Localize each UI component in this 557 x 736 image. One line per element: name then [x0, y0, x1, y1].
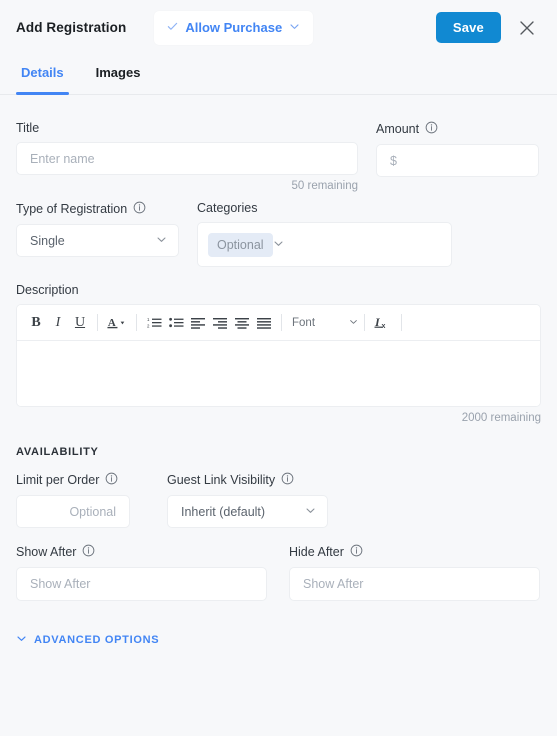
categories-label: Categories [197, 201, 452, 215]
guest-link-visibility-select[interactable]: Inherit (default) [167, 495, 328, 528]
align-center-icon[interactable] [231, 310, 253, 336]
type-of-registration-label: Type of Registration [16, 201, 179, 217]
guest-link-visibility-label-text: Guest Link Visibility [167, 473, 276, 487]
hide-after-label: Hide After [289, 544, 540, 560]
guest-link-visibility-value: Inherit (default) [181, 504, 266, 519]
svg-text:2: 2 [147, 324, 150, 329]
info-icon[interactable] [281, 472, 294, 488]
info-icon[interactable] [133, 201, 146, 217]
align-justify-icon[interactable] [253, 310, 275, 336]
save-button[interactable]: Save [435, 12, 501, 43]
align-right-icon[interactable] [209, 310, 231, 336]
categories-label-text: Categories [197, 201, 258, 215]
type-of-registration-group: Type of Registration Single [16, 201, 179, 267]
description-group: Description B I U A 1 2 Font I x 2000 re… [16, 283, 541, 424]
info-icon[interactable] [105, 472, 118, 488]
description-label-text: Description [16, 283, 79, 297]
tab-details[interactable]: Details [16, 55, 69, 95]
guest-link-visibility-group: Guest Link Visibility Inherit (default) [167, 472, 328, 528]
info-icon[interactable] [82, 544, 95, 560]
categories-group: Categories Optional [197, 201, 452, 267]
ordered-list-icon[interactable]: 1 2 [143, 310, 165, 336]
check-icon [167, 19, 178, 37]
registration-form: Title 50 remaining Amount Type of Regi [0, 121, 557, 601]
type-of-registration-select[interactable]: Single [16, 224, 179, 257]
hide-after-label-text: Hide After [289, 545, 344, 559]
allow-purchase-dropdown[interactable]: Allow Purchase [154, 10, 314, 45]
svg-text:1: 1 [147, 317, 150, 322]
panel-header: Add Registration Allow Purchase Save [0, 0, 557, 55]
clear-formatting-icon[interactable]: I x [371, 310, 395, 336]
show-after-input[interactable] [16, 567, 267, 601]
type-of-registration-value: Single [30, 233, 65, 248]
unordered-list-icon[interactable] [165, 310, 187, 336]
hide-after-group: Hide After [289, 544, 540, 601]
text-color-icon[interactable]: A [104, 310, 130, 336]
description-editor: B I U A 1 2 Font I x [16, 304, 541, 407]
tab-bar: Details Images [0, 55, 557, 95]
title-label: Title [16, 121, 358, 135]
title-amount-row: Title 50 remaining Amount [16, 121, 541, 192]
hide-after-input[interactable] [289, 567, 540, 601]
chevron-down-icon [273, 236, 284, 254]
title-input[interactable] [16, 142, 358, 175]
show-hide-after-row: Show After Hide After [16, 544, 541, 601]
info-icon[interactable] [425, 121, 438, 137]
title-remaining-helper: 50 remaining [291, 180, 358, 192]
info-icon[interactable] [350, 544, 363, 560]
description-textarea[interactable] [17, 341, 540, 406]
limit-per-order-label-text: Limit per Order [16, 473, 100, 487]
allow-purchase-label: Allow Purchase [185, 20, 283, 35]
toolbar-divider [401, 314, 403, 331]
description-remaining-helper: 2000 remaining [461, 412, 541, 424]
amount-label: Amount [376, 121, 539, 137]
chevron-down-icon [156, 232, 167, 250]
categories-chip[interactable]: Optional [208, 232, 273, 257]
title-field-group: Title 50 remaining [16, 121, 358, 192]
underline-icon[interactable]: U [69, 310, 91, 336]
close-icon[interactable] [513, 14, 541, 42]
tab-images[interactable]: Images [91, 55, 146, 94]
chevron-down-icon [349, 317, 358, 328]
chevron-down-icon [289, 19, 300, 37]
limit-visibility-row: Limit per Order Guest Link Visibility [16, 472, 541, 528]
italic-icon[interactable]: I [47, 310, 69, 336]
add-registration-panel: Add Registration Allow Purchase Save Det… [0, 0, 557, 736]
limit-per-order-group: Limit per Order [16, 472, 130, 528]
type-categories-row: Type of Registration Single Categories O… [16, 201, 541, 267]
advanced-options-toggle[interactable]: ADVANCED OPTIONS [0, 631, 557, 649]
categories-multiselect[interactable]: Optional [197, 222, 452, 267]
show-after-label: Show After [16, 544, 267, 560]
editor-toolbar: B I U A 1 2 Font I x [17, 305, 540, 341]
show-after-label-text: Show After [16, 545, 77, 559]
show-after-group: Show After [16, 544, 267, 601]
font-family-dropdown[interactable]: Font [292, 317, 358, 329]
amount-label-text: Amount [376, 122, 420, 136]
chevron-down-icon [16, 631, 27, 649]
toolbar-divider [97, 314, 98, 331]
type-of-registration-label-text: Type of Registration [16, 202, 128, 216]
bold-icon[interactable]: B [25, 310, 47, 336]
toolbar-divider [364, 314, 366, 331]
title-label-text: Title [16, 121, 40, 135]
font-family-label: Font [292, 316, 316, 329]
amount-input[interactable] [376, 144, 539, 177]
toolbar-divider [136, 314, 137, 331]
limit-per-order-label: Limit per Order [16, 472, 130, 488]
availability-group-label: AVAILABILITY [16, 446, 99, 458]
limit-per-order-input[interactable] [16, 495, 130, 528]
chevron-down-icon [305, 503, 316, 521]
align-left-icon[interactable] [187, 310, 209, 336]
advanced-options-label: ADVANCED OPTIONS [34, 634, 160, 646]
page-title: Add Registration [16, 20, 127, 35]
guest-link-visibility-label: Guest Link Visibility [167, 472, 328, 488]
availability-section: AVAILABILITY Limit per Order Guest Link … [16, 446, 541, 601]
toolbar-divider [281, 314, 282, 331]
amount-field-group: Amount [376, 121, 539, 192]
svg-text:x: x [382, 323, 386, 330]
description-label: Description [16, 283, 541, 297]
